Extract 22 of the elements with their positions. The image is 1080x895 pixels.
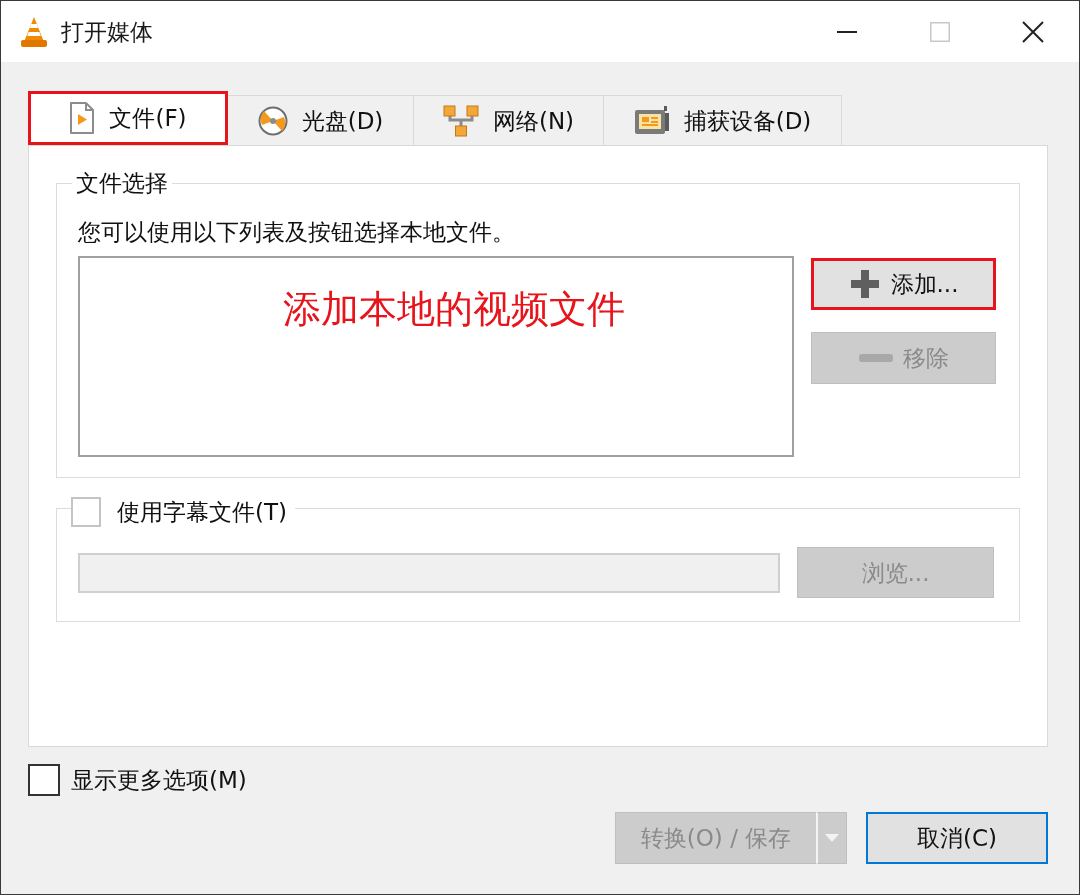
- caret-down-icon: [825, 834, 839, 842]
- annotation-text: 添加本地的视频文件: [283, 286, 625, 332]
- minus-icon: [858, 354, 893, 362]
- add-button[interactable]: 添加...: [811, 258, 996, 310]
- description-text: 您可以使用以下列表及按钮选择本地文件。: [78, 218, 516, 246]
- checkbox-label: 显示更多选项(M): [71, 766, 247, 794]
- minimize-icon[interactable]: [836, 30, 857, 33]
- window-title: 打开媒体: [61, 17, 153, 47]
- disc-icon: [257, 105, 288, 136]
- checkbox[interactable]: [28, 764, 60, 796]
- capture-card-icon: [633, 104, 670, 137]
- file-play-icon: [69, 102, 96, 134]
- checkbox-label: 使用字幕文件(T): [117, 498, 287, 526]
- close-icon[interactable]: [1021, 20, 1044, 43]
- traffic-cone-icon: [20, 15, 48, 48]
- tab[interactable]: 文件(F): [28, 91, 228, 145]
- network-icon: [442, 104, 479, 137]
- group-title: 文件选择: [72, 169, 172, 197]
- file-list[interactable]: 添加本地的视频文件: [78, 256, 794, 457]
- tab[interactable]: 捕获设备(D): [603, 95, 842, 145]
- cancel-button[interactable]: 取消(C): [866, 812, 1048, 864]
- plus-icon: [848, 268, 881, 300]
